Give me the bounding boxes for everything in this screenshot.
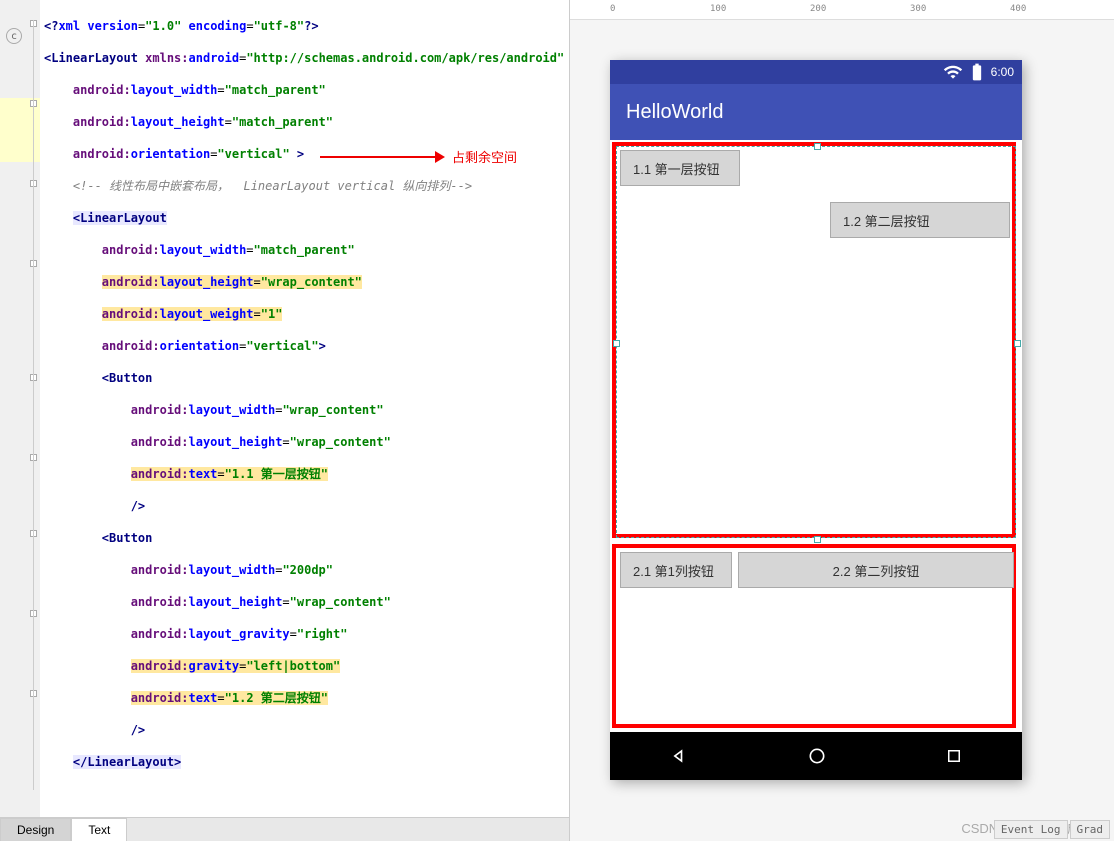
comment: <!-- 线性布局中嵌套布局， LinearLayout vertical 纵向… bbox=[73, 179, 472, 193]
annotation-label: 占剩余空间 bbox=[452, 150, 517, 166]
selection-handle[interactable] bbox=[1014, 340, 1021, 347]
ruler-tick: 400 bbox=[1010, 4, 1026, 14]
preview-button-1-2[interactable]: 1.2 第二层按钮 bbox=[830, 202, 1010, 238]
status-bar: 6:00 bbox=[610, 60, 1022, 84]
annotation-arrow-head bbox=[435, 151, 445, 163]
preview-button-2-2[interactable]: 2.2 第二列按钮 bbox=[738, 552, 1014, 588]
selection-handle[interactable] bbox=[814, 143, 821, 150]
home-icon[interactable] bbox=[807, 746, 827, 766]
status-time: 6:00 bbox=[991, 65, 1014, 79]
wifi-icon bbox=[943, 62, 963, 82]
nav-bar bbox=[610, 732, 1022, 780]
device-content: 1.1 第一层按钮 1.2 第二层按钮 2.1 第1列按钮 2.2 第二列按钮 bbox=[610, 140, 1022, 732]
action-bar: HelloWorld bbox=[610, 84, 1022, 140]
ruler-tick: 0 bbox=[610, 4, 615, 14]
selection-handle[interactable] bbox=[814, 536, 821, 543]
back-icon[interactable] bbox=[669, 746, 689, 766]
gutter-highlight bbox=[0, 114, 40, 130]
editor-tabs: Design Text bbox=[0, 817, 569, 841]
code-area: c <?xml version="1.0" encoding="utf-8"?>… bbox=[0, 0, 569, 817]
code-text[interactable]: <?xml version="1.0" encoding="utf-8"?> <… bbox=[40, 0, 569, 817]
tab-text[interactable]: Text bbox=[71, 818, 127, 841]
recent-icon[interactable] bbox=[945, 747, 963, 765]
preview-panel: 0 100 200 300 400 6:00 HelloWorld 1.1 第一… bbox=[570, 0, 1114, 841]
bottom-tabs: Event Log Grad bbox=[994, 820, 1110, 839]
tab-design[interactable]: Design bbox=[0, 818, 71, 841]
code-editor-panel: c <?xml version="1.0" encoding="utf-8"?>… bbox=[0, 0, 570, 841]
ruler-tick: 100 bbox=[710, 4, 726, 14]
tab-event-log[interactable]: Event Log bbox=[994, 820, 1068, 839]
preview-button-2-1[interactable]: 2.1 第1列按钮 bbox=[620, 552, 732, 588]
gutter-highlight bbox=[0, 130, 40, 146]
ruler-tick: 300 bbox=[910, 4, 926, 14]
ruler: 0 100 200 300 400 bbox=[570, 0, 1114, 20]
annotation-arrow bbox=[320, 156, 440, 158]
battery-icon bbox=[967, 62, 987, 82]
preview-button-1-1[interactable]: 1.1 第一层按钮 bbox=[620, 150, 740, 186]
gutter: c bbox=[0, 0, 40, 817]
gutter-highlight bbox=[0, 146, 40, 162]
gutter-marker-icon[interactable]: c bbox=[6, 28, 22, 44]
device-frame[interactable]: 6:00 HelloWorld 1.1 第一层按钮 1.2 第二层按钮 2.1 … bbox=[610, 60, 1022, 780]
tab-gradle[interactable]: Grad bbox=[1070, 820, 1111, 839]
ruler-tick: 200 bbox=[810, 4, 826, 14]
app-title: HelloWorld bbox=[626, 101, 723, 124]
gutter-line bbox=[33, 20, 34, 790]
selection-handle[interactable] bbox=[613, 340, 620, 347]
